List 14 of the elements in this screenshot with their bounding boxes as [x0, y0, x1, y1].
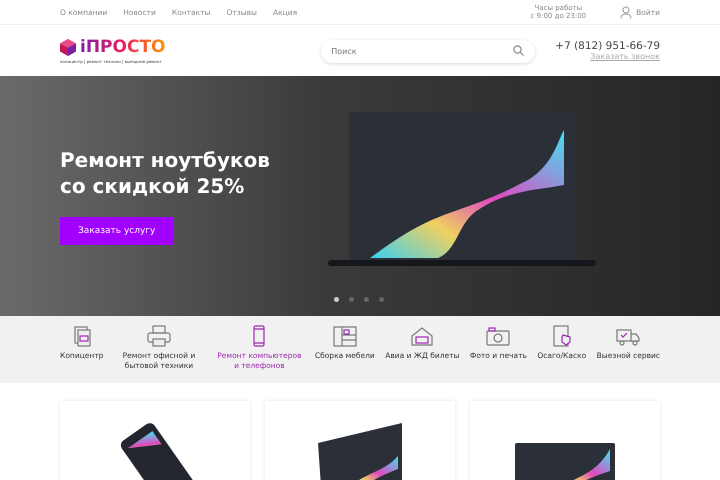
search-field[interactable]: Поиск: [321, 40, 536, 63]
phone-number: +7 (812) 951-66-79: [555, 40, 660, 52]
shelf-icon: [332, 325, 358, 347]
order-button[interactable]: Заказать услугу: [60, 217, 174, 245]
cube-icon: [60, 38, 76, 56]
user-icon: [620, 6, 632, 18]
printer-icon: [146, 325, 172, 347]
hero-title: Ремонт ноутбуков со скидкой 25%: [60, 147, 271, 199]
slider-dot[interactable]: [349, 297, 354, 302]
slider-dot[interactable]: [334, 297, 339, 302]
camera-icon: [485, 325, 512, 347]
slider-dot[interactable]: [364, 297, 369, 302]
slider-dot[interactable]: [379, 297, 384, 302]
search-icon: [513, 45, 524, 56]
